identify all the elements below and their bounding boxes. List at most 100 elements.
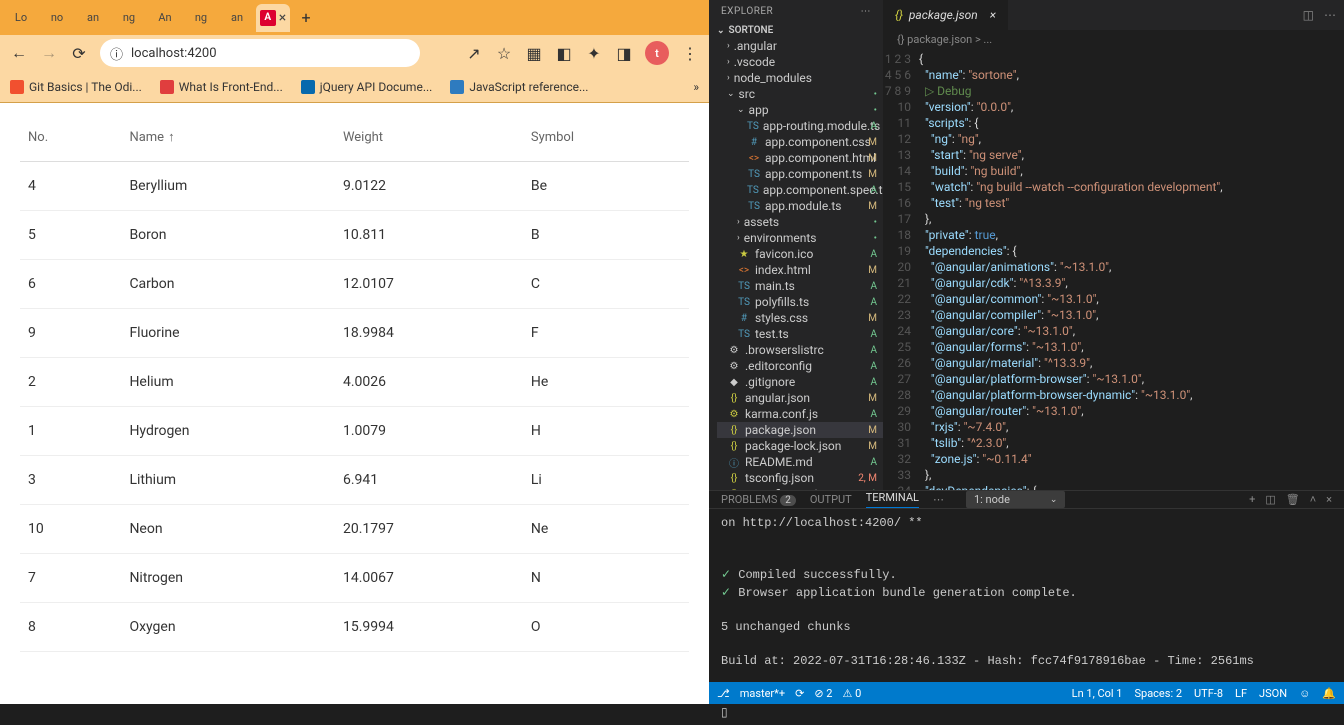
tree-node[interactable]: TSapp.component.tsM	[717, 166, 883, 182]
more-icon[interactable]: ⋯	[1324, 8, 1336, 22]
new-tab-button[interactable]: +	[292, 8, 320, 27]
tree-node[interactable]: ›.vscode	[717, 54, 883, 70]
back-icon[interactable]: ←	[10, 44, 28, 62]
new-terminal-icon[interactable]: +	[1249, 493, 1255, 506]
editor-tab[interactable]: {} package.json ×	[883, 0, 1008, 30]
tree-node[interactable]: {}tsconfig.app.jsonA	[717, 486, 883, 490]
terminal-selector[interactable]: 1: node⌄	[966, 491, 1066, 508]
tree-node[interactable]: #styles.cssM	[717, 310, 883, 326]
tree-node[interactable]: <>app.component.htmlM	[717, 150, 883, 166]
col-no[interactable]: No.	[20, 113, 121, 162]
tree-node[interactable]: {}package-lock.jsonM	[717, 438, 883, 454]
browser-tab[interactable]: An	[148, 4, 182, 32]
scm-badge: A	[870, 377, 877, 388]
overflow-icon[interactable]: »	[693, 80, 699, 94]
more-icon[interactable]: ⋯	[861, 6, 872, 17]
bell-icon[interactable]: 🔔	[1322, 687, 1336, 700]
col-weight[interactable]: Weight	[335, 113, 523, 162]
indent[interactable]: Spaces: 2	[1134, 687, 1182, 700]
chevron-icon: ›	[727, 41, 730, 51]
branch-name[interactable]: master*+	[740, 687, 785, 700]
share-icon[interactable]: ↗	[465, 44, 483, 62]
tree-node[interactable]: {}angular.jsonM	[717, 390, 883, 406]
sync-icon[interactable]: ⟳	[795, 687, 804, 700]
tree-node[interactable]: TStest.tsA	[717, 326, 883, 342]
chevron-up-icon[interactable]: ˄	[1310, 493, 1316, 506]
tree-node[interactable]: ⚙.editorconfigA	[717, 358, 883, 374]
tree-node[interactable]: ⚙karma.conf.jsA	[717, 406, 883, 422]
tree-node[interactable]: ›environments•	[717, 230, 883, 246]
cell-weight: 12.0107	[335, 260, 523, 309]
sort-arrow-icon: ↑	[168, 130, 175, 145]
col-symbol[interactable]: Symbol	[523, 113, 689, 162]
tree-node[interactable]: <>index.htmlM	[717, 262, 883, 278]
browser-tab[interactable]: ng	[112, 4, 146, 32]
file-icon: {}	[727, 391, 741, 405]
avatar[interactable]: t	[645, 41, 669, 65]
col-name[interactable]: Name↑	[121, 113, 335, 162]
tree-node[interactable]: ◆.gitignoreA	[717, 374, 883, 390]
tree-node[interactable]: ›assets•	[717, 214, 883, 230]
file-name: app.component.css	[765, 135, 871, 149]
browser-tab-active[interactable]: A ×	[256, 4, 290, 32]
tab-terminal[interactable]: TERMINAL	[866, 491, 919, 508]
tree-node[interactable]: {}tsconfig.json2, M	[717, 470, 883, 486]
tree-node[interactable]: TSmain.tsA	[717, 278, 883, 294]
browser-tab[interactable]: an	[76, 4, 110, 32]
branch-icon[interactable]: ⎇	[717, 687, 730, 700]
tab-problems[interactable]: PROBLEMS 2	[721, 493, 796, 506]
bookmark[interactable]: What Is Front-End...	[160, 80, 283, 94]
warnings[interactable]: ⚠ 0	[843, 687, 862, 700]
split-terminal-icon[interactable]: ◫	[1265, 493, 1275, 506]
puzzle-icon[interactable]: ✦	[585, 44, 603, 62]
extension-icon[interactable]: ◧	[555, 44, 573, 62]
reload-icon[interactable]: ⟳	[70, 44, 88, 62]
feedback-icon[interactable]: ☺	[1299, 687, 1310, 700]
menu-icon[interactable]: ⋮	[681, 44, 699, 62]
tree-node[interactable]: ›.angular	[717, 38, 883, 54]
tree-node[interactable]: ⌄app•	[717, 102, 883, 118]
cell-name: Neon	[121, 505, 335, 554]
address-bar[interactable]: ⓘ localhost:4200	[100, 39, 420, 67]
bookmark[interactable]: JavaScript reference...	[450, 80, 588, 94]
split-icon[interactable]: ◫	[1303, 8, 1314, 22]
project-section[interactable]: ⌄SORTONE	[709, 23, 883, 38]
browser-tab[interactable]: an	[220, 4, 254, 32]
tree-node[interactable]: TSapp.component.spec.tsA	[717, 182, 883, 198]
code-area[interactable]: 1 2 3 4 5 6 7 8 9 10 11 12 13 14 15 16 1…	[883, 49, 1344, 490]
tree-node[interactable]: ›node_modules	[717, 70, 883, 86]
browser-tab[interactable]: ng	[184, 4, 218, 32]
tree-node[interactable]: ⓘREADME.mdA	[717, 454, 883, 470]
tree-node[interactable]: TSpolyfills.tsA	[717, 294, 883, 310]
cursor-pos[interactable]: Ln 1, Col 1	[1072, 687, 1123, 700]
tree-node[interactable]: ⌄src•	[717, 86, 883, 102]
tab-output[interactable]: OUTPUT	[810, 493, 852, 506]
tree-node[interactable]: TSapp.module.tsM	[717, 198, 883, 214]
apps-icon[interactable]: ▦	[525, 44, 543, 62]
close-icon[interactable]: ×	[990, 8, 996, 22]
eol[interactable]: LF	[1235, 687, 1247, 700]
close-icon[interactable]: ×	[279, 10, 286, 26]
bookmark[interactable]: jQuery API Docume...	[301, 80, 433, 94]
tree-node[interactable]: ★favicon.icoA	[717, 246, 883, 262]
encoding[interactable]: UTF-8	[1194, 687, 1223, 700]
star-icon[interactable]: ☆	[495, 44, 513, 62]
scm-badge: M	[868, 169, 877, 180]
tree-node[interactable]: #app.component.cssM	[717, 134, 883, 150]
tree-node[interactable]: ⚙.browserslistrcA	[717, 342, 883, 358]
tree-node[interactable]: {}package.jsonM	[717, 422, 883, 438]
breadcrumb[interactable]: {} package.json > ...	[883, 30, 1344, 49]
language[interactable]: JSON	[1259, 687, 1287, 700]
forward-icon[interactable]: →	[40, 44, 58, 62]
errors[interactable]: ⊘ 2	[814, 687, 832, 700]
browser-tab[interactable]: Lo	[4, 4, 38, 32]
more-icon[interactable]: ⋯	[933, 493, 944, 506]
bookmark[interactable]: Git Basics | The Odi...	[10, 80, 142, 94]
browser-tab[interactable]: no	[40, 4, 74, 32]
tree-node[interactable]: TSapp-routing.module.tsA	[717, 118, 883, 134]
cell-name: Nitrogen	[121, 554, 335, 603]
minimap[interactable]	[1274, 49, 1344, 490]
close-icon[interactable]: ×	[1326, 493, 1332, 506]
trash-icon[interactable]: 🗑	[1286, 493, 1300, 506]
panel-icon[interactable]: ◨	[615, 44, 633, 62]
